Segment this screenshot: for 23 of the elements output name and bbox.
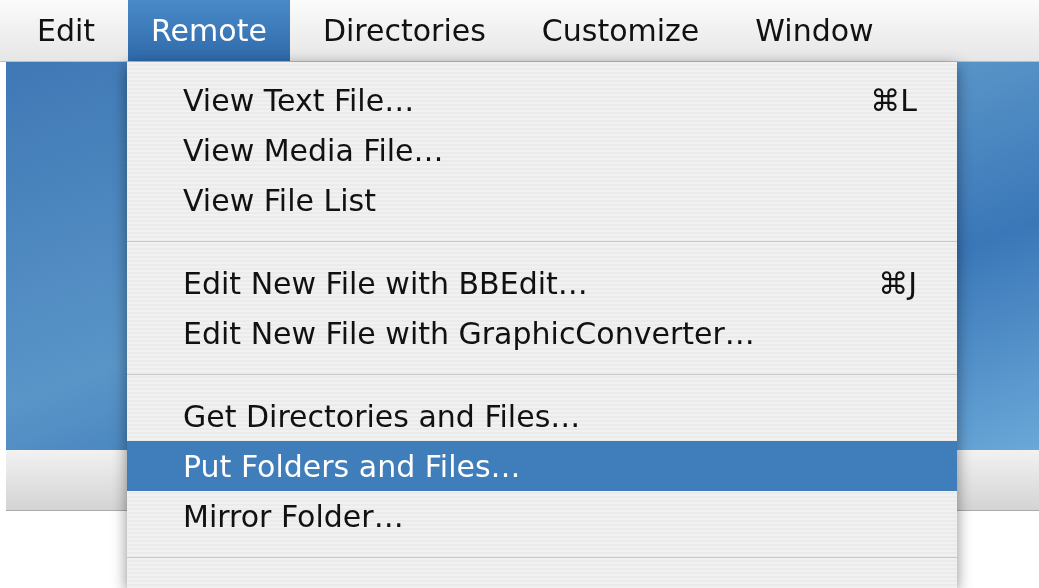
menu-item[interactable]: Mirror Folder… (127, 491, 957, 541)
menu-item[interactable]: Edit New File with BBEdit… ⌘J (127, 258, 957, 308)
menu-item-label: Edit New File with GraphicConverter… (183, 315, 755, 351)
keyboard-shortcut: ⌘J (878, 265, 917, 301)
menu-item[interactable]: View Text File… ⌘L (127, 75, 957, 125)
menu-title[interactable]: Directories (299, 0, 509, 61)
menu-title[interactable]: Edit (14, 0, 119, 61)
menu-item[interactable]: Edit New File with GraphicConverter… (127, 308, 957, 358)
menu-title[interactable]: Window (732, 0, 897, 61)
menu-item-label: View Text File… (183, 82, 415, 118)
menu-item-label: Mirror Folder… (183, 498, 404, 534)
menu-item-label: Put Folders and Files… (183, 448, 521, 484)
menu-item[interactable]: Get Directories and Files… (127, 391, 957, 441)
menu-title[interactable]: Remote (128, 0, 290, 61)
menu-item-label: Get Directories and Files… (183, 398, 581, 434)
keyboard-shortcut: ⌘L (870, 82, 917, 118)
menu-item[interactable]: View Media File… (127, 125, 957, 175)
menu-item-label: View File List (183, 182, 376, 218)
menu-item-label: View Media File… (183, 132, 444, 168)
menu-item-label: Edit New File with BBEdit… (183, 265, 588, 301)
menu-item[interactable]: Put Folders and Files… (127, 441, 957, 491)
menu-item[interactable]: View File List (127, 175, 957, 225)
menu-title[interactable]: Customize (518, 0, 723, 61)
